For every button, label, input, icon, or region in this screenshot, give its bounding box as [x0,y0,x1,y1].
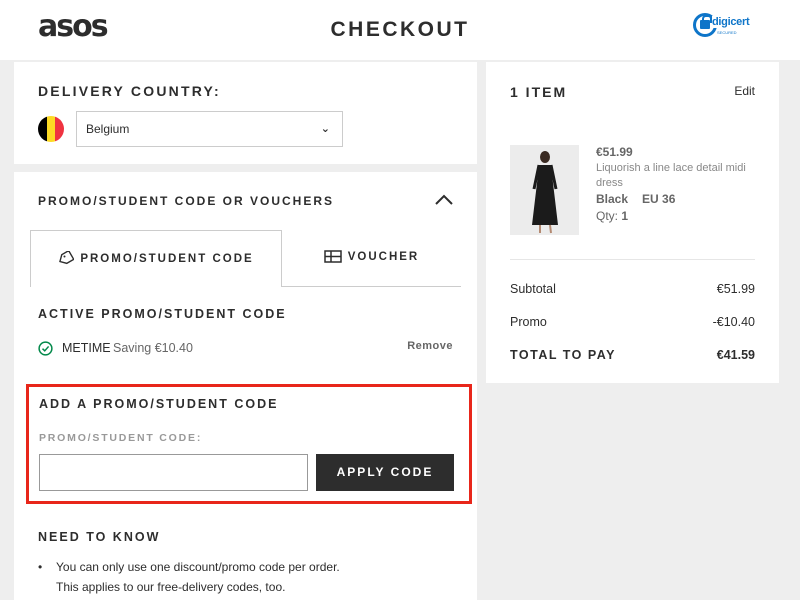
product-image[interactable] [510,145,579,235]
promo-code-label: PROMO/STUDENT CODE: [39,432,203,444]
lock-icon [700,15,712,29]
active-promo-row: METIME Saving €10.40 Remove [38,340,453,358]
product-name[interactable]: Liquorish a line lace detail midi dress [596,161,761,191]
product-colour: Black [596,192,629,206]
qty-label: Qty: [596,209,619,223]
order-summary-panel: 1 ITEM Edit €51.99 Liquorish a line lace… [486,62,779,383]
need-to-know-title: NEED TO KNOW [38,530,161,544]
digicert-sub: SECURED [717,30,737,35]
product-price: €51.99 [596,145,633,159]
header: asos CHECKOUT digicert SECURED [0,0,800,60]
check-circle-icon [38,341,53,356]
digicert-badge: digicert SECURED [693,12,753,38]
active-promo-code: METIME [62,341,111,355]
tab-voucher[interactable]: VOUCHER [282,230,461,287]
tab-voucher-label: VOUCHER [347,251,420,263]
chevron-down-icon: ⌄ [320,123,330,135]
belgium-flag-icon [38,116,64,142]
tab-promo-student-code[interactable]: PROMO/STUDENT CODE [30,230,282,287]
bullet: • [38,560,43,574]
subtotal-row: Subtotal €51.99 [510,282,755,296]
need-to-know-line2: This applies to our free-delivery codes,… [56,580,286,594]
summary-divider [510,259,755,260]
product-quantity: Qty: 1 [596,209,628,223]
tab-promo-label: PROMO/STUDENT CODE [80,253,254,265]
edit-bag-link[interactable]: Edit [734,84,755,98]
delivery-country-panel: DELIVERY COUNTRY: Belgium ⌄ [14,62,477,164]
total-label: TOTAL TO PAY [510,348,616,362]
item-count: 1 ITEM [510,84,568,100]
product-size: EU 36 [642,192,676,206]
promo-row: Promo -€10.40 [510,315,755,329]
tag-icon [59,249,75,265]
subtotal-label: Subtotal [510,282,556,296]
country-select-value: Belgium [86,122,130,136]
add-promo-title: ADD A PROMO/STUDENT CODE [39,397,279,411]
promo-code-input[interactable] [39,454,308,491]
remove-promo-link[interactable]: Remove [407,340,453,352]
add-promo-section: ADD A PROMO/STUDENT CODE PROMO/STUDENT C… [26,384,472,504]
qty-value: 1 [621,209,629,223]
promo-tabs: PROMO/STUDENT CODE VOUCHER [30,230,461,287]
apply-code-button[interactable]: APPLY CODE [316,454,454,491]
page-title: CHECKOUT [330,18,470,41]
promo-value: -€10.40 [712,315,755,329]
promo-label: Promo [510,315,547,329]
promo-section-heading: PROMO/STUDENT CODE OR VOUCHERS [38,194,335,208]
country-select[interactable]: Belgium ⌄ [76,111,343,147]
digicert-brand: digicert [712,16,752,28]
total-value: €41.59 [716,348,755,362]
active-promo-saving: Saving €10.40 [113,341,193,355]
chevron-up-icon[interactable] [434,190,454,210]
voucher-icon [323,250,342,263]
product-attributes: Black EU 36 [596,192,675,206]
promo-panel: PROMO/STUDENT CODE OR VOUCHERS PROMO/STU… [14,172,477,600]
subtotal-value: €51.99 [716,282,755,296]
delivery-country-title: DELIVERY COUNTRY: [38,83,221,99]
need-to-know-line1: You can only use one discount/promo code… [56,560,340,574]
need-to-know-item: • You can only use one discount/promo cod… [38,557,340,597]
active-promo-title: ACTIVE PROMO/STUDENT CODE [38,307,287,321]
total-row: TOTAL TO PAY €41.59 [510,348,755,362]
